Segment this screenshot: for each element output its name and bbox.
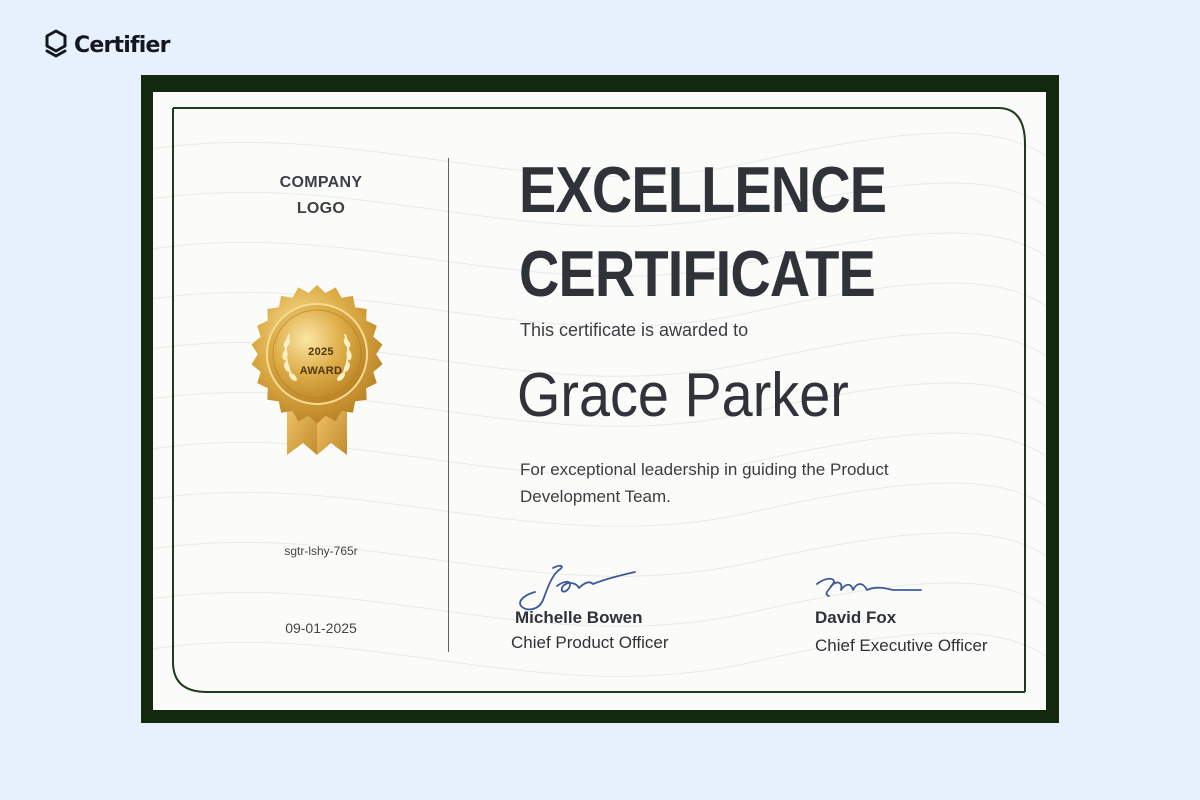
signatory-2-role: Chief Executive Officer [815, 636, 988, 655]
signature-1-icon [519, 564, 636, 611]
page: Certifier COMPANY LOGO 2025 AWARD sgtr-l… [0, 0, 1200, 800]
certificate-frame: COMPANY LOGO 2025 AWARD sgtr-lshy-765r 0… [141, 75, 1059, 723]
certificate-paper: COMPANY LOGO 2025 AWARD sgtr-lshy-765r 0… [153, 92, 1046, 710]
company-logo-line2: LOGO [296, 200, 346, 217]
signatory-1-name: Michelle Bowen [515, 608, 643, 627]
certifier-logo-icon [45, 29, 67, 58]
awarded-to-text: This certificate is awarded to [520, 320, 749, 340]
company-logo-placeholder: COMPANY LOGO [251, 170, 391, 222]
seal-award: AWARD [299, 365, 343, 377]
certificate-id: sgtr-lshy-765r [284, 544, 358, 558]
signatory-1-role: Chief Product Officer [511, 633, 669, 652]
seal-year: 2025 [308, 346, 334, 358]
issue-date: 09-01-2025 [285, 620, 357, 636]
certificate-title: EXCELLENCE CERTIFICATE [519, 148, 887, 316]
brand-name: Certifier [74, 32, 170, 58]
column-divider [448, 158, 449, 652]
recipient-name: Grace Parker [517, 361, 849, 430]
signature-2-icon [816, 577, 922, 597]
signatory-2-name: David Fox [815, 608, 897, 627]
company-logo-line1: COMPANY [279, 174, 363, 191]
seal-label: 2025 AWARD [251, 343, 391, 381]
title-line1: EXCELLENCE [519, 153, 887, 226]
brand[interactable]: Certifier [44, 29, 170, 61]
award-reason: For exceptional leadership in guiding th… [520, 460, 889, 506]
title-line2: CERTIFICATE [519, 237, 876, 310]
